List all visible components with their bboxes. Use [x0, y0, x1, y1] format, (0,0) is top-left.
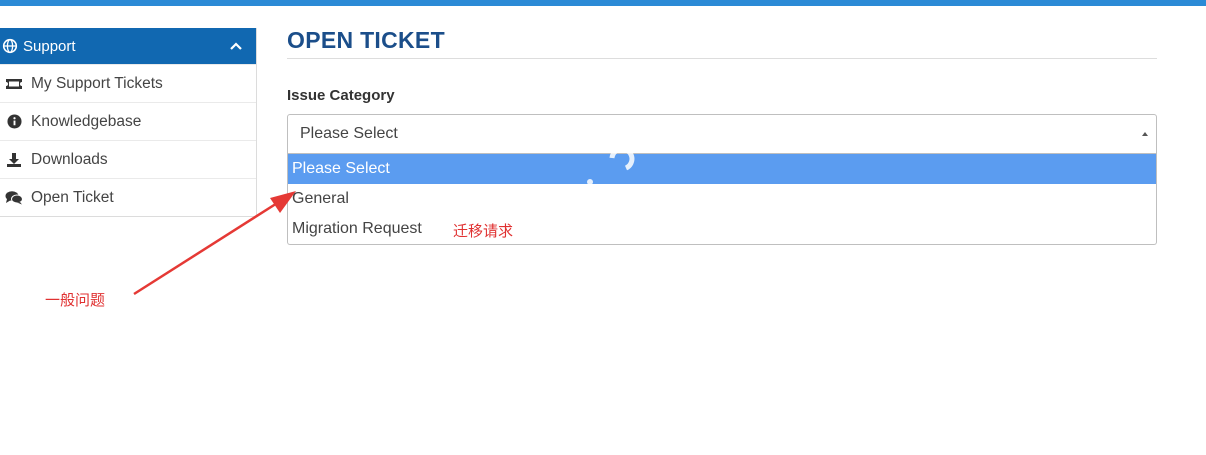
sidebar-item-knowledgebase[interactable]: Knowledgebase [0, 102, 256, 140]
main-content: OPEN TICKET Issue Category Please Select… [287, 24, 1157, 245]
page-title: OPEN TICKET [287, 24, 1157, 59]
option-migration-request[interactable]: Migration Request [288, 214, 1156, 244]
sidebar-item-label: Knowledgebase [31, 112, 142, 130]
sidebar-item-my-support-tickets[interactable]: My Support Tickets [0, 64, 256, 102]
sidebar-header-support[interactable]: Support [0, 28, 256, 64]
info-circle-icon [4, 114, 24, 130]
sidebar-item-downloads[interactable]: Downloads [0, 140, 256, 178]
issue-category-dropdown: Please Select General Migration Request [287, 154, 1157, 245]
support-sidebar: Support My Support Tickets Knowledgebase… [0, 28, 257, 217]
sidebar-item-label: My Support Tickets [31, 74, 163, 92]
option-general[interactable]: General [288, 184, 1156, 214]
globe-icon [2, 38, 18, 54]
top-accent-bar [0, 0, 1206, 6]
ticket-icon [4, 76, 24, 92]
select-current-value: Please Select [300, 125, 398, 142]
annotation-migration-note: 迁移请求 [453, 222, 514, 240]
issue-category-label: Issue Category [287, 87, 395, 104]
annotation-general-note: 一般问题 [45, 291, 106, 309]
sidebar-header-label: Support [23, 37, 76, 55]
option-please-select[interactable]: Please Select [288, 154, 1156, 184]
sidebar-item-label: Open Ticket [31, 188, 114, 206]
chevron-up-icon[interactable] [228, 38, 244, 54]
comments-icon [4, 190, 24, 206]
sidebar-item-open-ticket[interactable]: Open Ticket [0, 178, 256, 216]
issue-category-select[interactable]: Please Select [287, 114, 1157, 154]
sidebar-item-label: Downloads [31, 150, 108, 168]
page: Support My Support Tickets Knowledgebase… [0, 0, 1206, 455]
caret-up-icon [1140, 129, 1150, 139]
download-icon [4, 152, 24, 168]
